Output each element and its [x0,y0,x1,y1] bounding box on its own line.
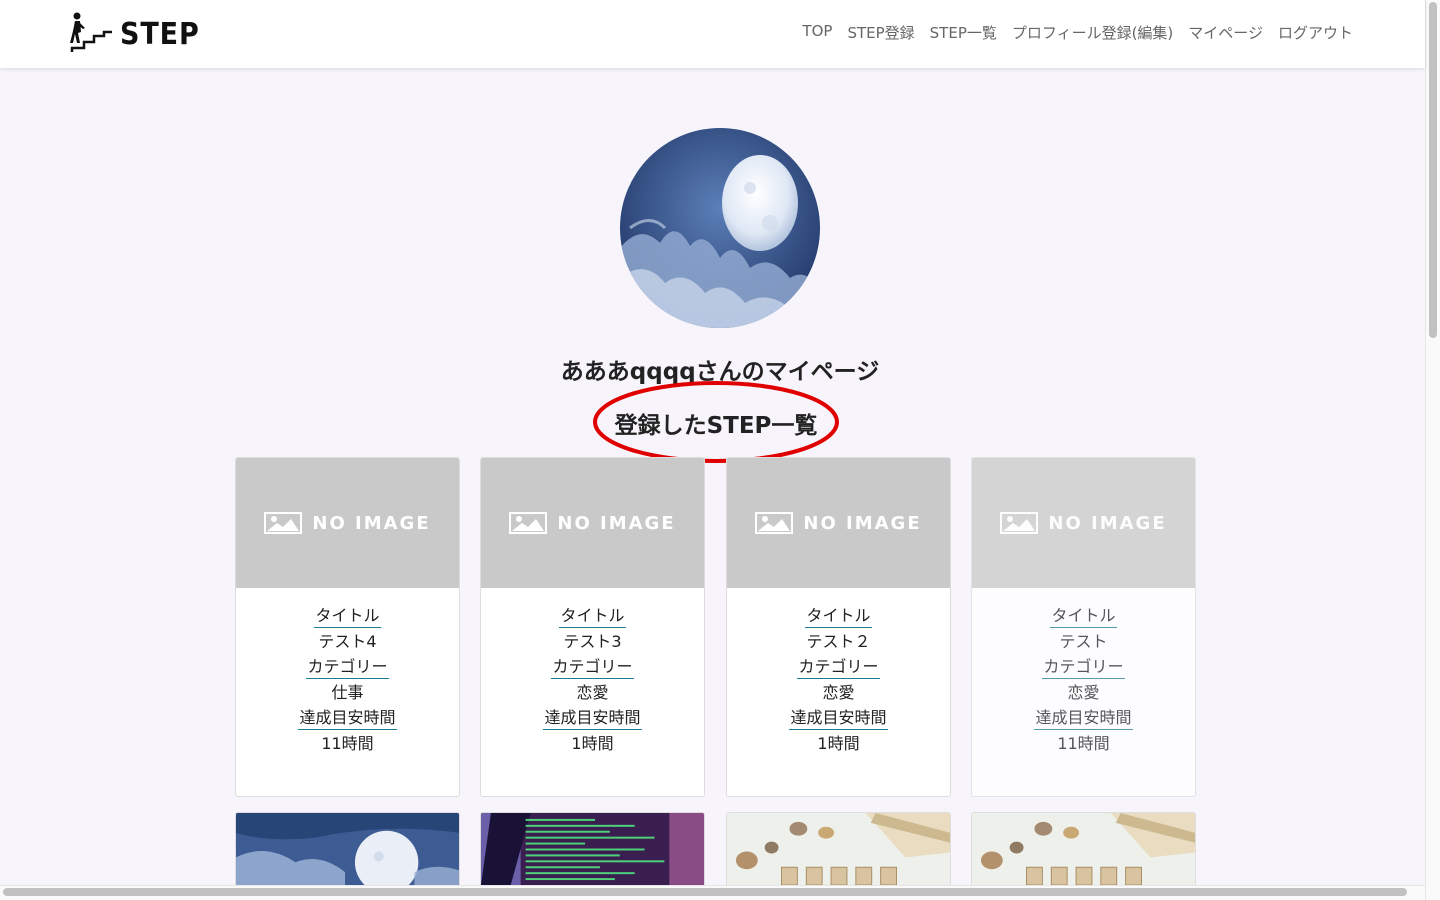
no-image-text: NO IMAGE [312,512,431,534]
time-value: 1時間 [817,734,860,753]
no-image-text: NO IMAGE [803,512,922,534]
site-header: STEP TOP STEP登録 STEP一覧 プロフィール登録(編集) マイペー… [0,0,1425,68]
title-label: タイトル [314,605,381,628]
category-label: カテゴリー [306,656,389,679]
vertical-scrollbar-thumb[interactable] [1429,2,1437,338]
nav-step-register[interactable]: STEP登録 [847,22,914,43]
no-image-placeholder: NO IMAGE [727,458,950,588]
category-value: 恋愛 [576,683,609,702]
main-nav: TOP STEP登録 STEP一覧 プロフィール登録(編集) マイページ ログア… [802,22,1353,43]
step-card-code-image[interactable] [480,812,705,885]
category-value: 恋愛 [1067,683,1100,702]
step-card-moon-image[interactable] [235,812,460,885]
step-card[interactable]: NO IMAGE タイトル テスト２ カテゴリー 恋愛 達成目安時間 1時間 [726,457,951,797]
category-label: カテゴリー [797,656,880,679]
category-label: カテゴリー [551,656,634,679]
nav-profile-edit[interactable]: プロフィール登録(編集) [1012,22,1173,43]
step-card[interactable]: NO IMAGE タイトル テスト3 カテゴリー 恋愛 達成目安時間 1時間 [480,457,705,797]
no-image-placeholder: NO IMAGE [972,458,1195,588]
stairs-climber-icon [70,12,112,52]
picture-icon [1000,512,1039,534]
no-image-text: NO IMAGE [1048,512,1167,534]
time-label: 達成目安時間 [543,707,642,730]
time-label: 達成目安時間 [789,707,888,730]
section-heading: 登録したSTEP一覧 [592,380,840,464]
title-label: タイトル [805,605,872,628]
nav-mypage[interactable]: マイページ [1188,22,1263,43]
title-label: タイトル [1050,605,1117,628]
title-value: テスト4 [318,632,377,651]
profile-avatar [620,128,820,328]
time-label: 達成目安時間 [298,707,397,730]
nav-top[interactable]: TOP [802,22,832,43]
picture-icon [755,512,794,534]
picture-icon [264,512,303,534]
category-value: 恋愛 [822,683,855,702]
step-card[interactable]: NO IMAGE タイトル テスト カテゴリー 恋愛 達成目安時間 11時間 [971,457,1196,797]
category-label: カテゴリー [1042,656,1125,679]
title-value: テスト２ [806,632,871,651]
no-image-text: NO IMAGE [557,512,676,534]
brand-logo[interactable]: STEP [68,12,209,56]
title-value: テスト3 [563,632,622,651]
category-value: 仕事 [331,683,364,702]
time-value: 1時間 [571,734,614,753]
step-card-money-image[interactable] [726,812,951,885]
section-title: 登録したSTEP一覧 [614,413,818,439]
no-image-placeholder: NO IMAGE [236,458,459,588]
nav-step-list[interactable]: STEP一覧 [930,22,997,43]
title-label: タイトル [559,605,626,628]
time-value: 11時間 [1057,734,1110,753]
picture-icon [509,512,548,534]
time-label: 達成目安時間 [1034,707,1133,730]
step-card[interactable]: NO IMAGE タイトル テスト4 カテゴリー 仕事 達成目安時間 11時間 [235,457,460,797]
no-image-placeholder: NO IMAGE [481,458,704,588]
horizontal-scrollbar-thumb[interactable] [3,888,1407,896]
title-value: テスト [1059,632,1108,651]
brand-name: STEP [120,16,200,52]
time-value: 11時間 [321,734,374,753]
nav-logout[interactable]: ログアウト [1278,22,1353,43]
step-card-money-image[interactable] [971,812,1196,885]
